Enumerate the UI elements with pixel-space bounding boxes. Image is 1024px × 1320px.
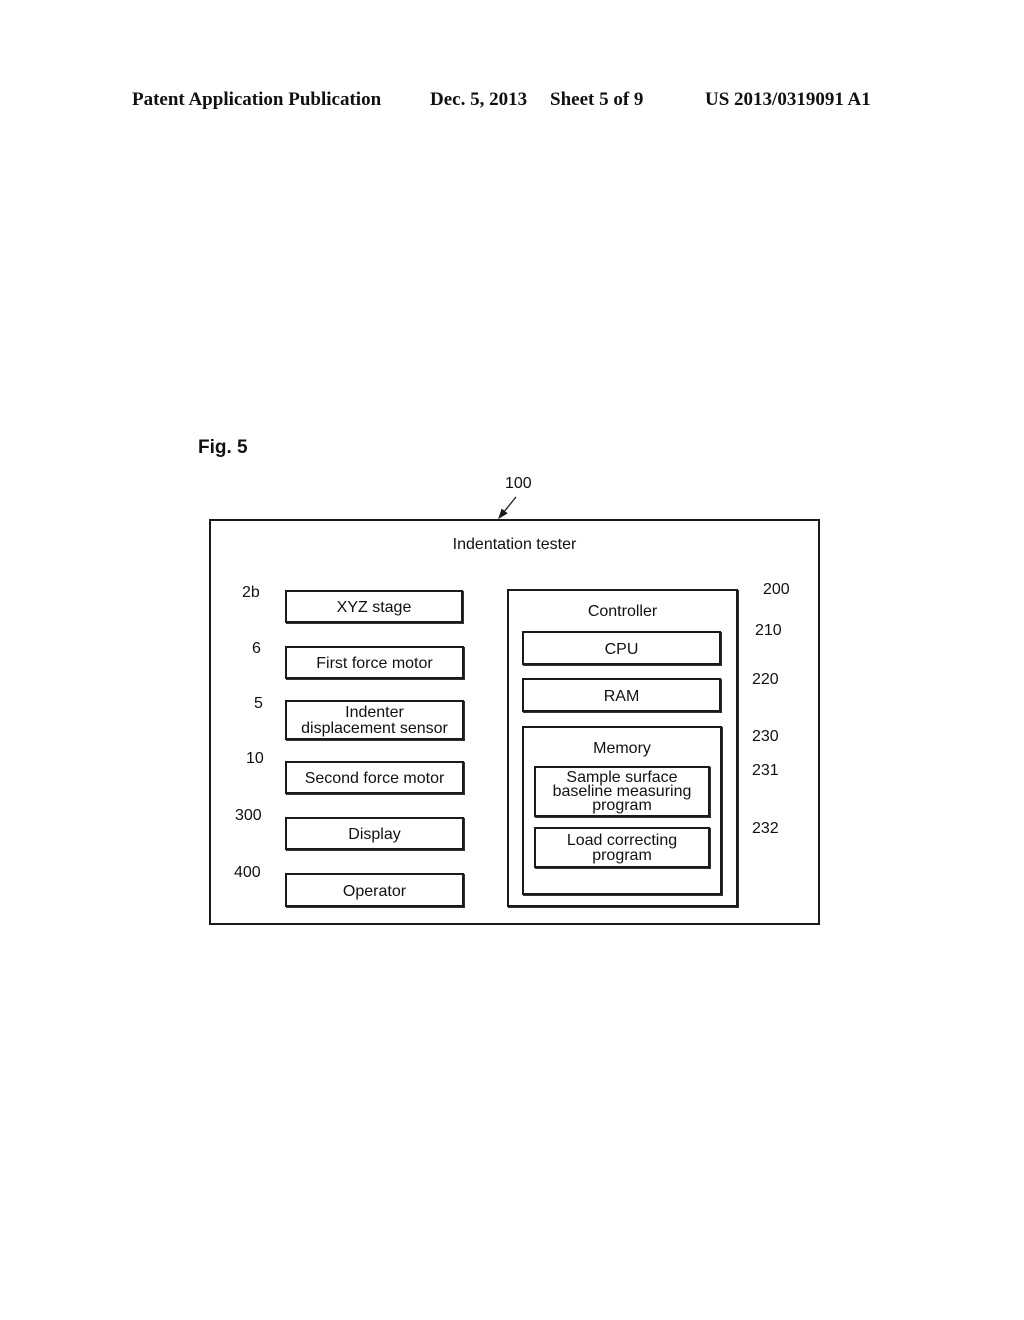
ref-400: 400 <box>234 864 261 881</box>
figure-label: Fig. 5 <box>198 437 248 458</box>
cpu-box: CPU <box>522 631 721 665</box>
memory-title: Memory <box>593 740 651 757</box>
program-232-line1: Load correcting <box>566 832 678 849</box>
ref-230: 230 <box>752 728 779 745</box>
leader-100 <box>498 496 517 520</box>
sheet-number: Sheet 5 of 9 <box>550 89 644 110</box>
patent-number: US 2013/0319091 A1 <box>705 89 871 110</box>
ref-231: 231 <box>752 762 779 779</box>
xyz-stage-box: XYZ stage <box>285 590 463 623</box>
ref-10: 10 <box>246 750 264 767</box>
ref-100: 100 <box>505 475 532 492</box>
second-force-motor-label: Second force motor <box>304 770 445 787</box>
cpu-label: CPU <box>604 641 639 658</box>
program-232-line2: program <box>592 847 652 864</box>
operator-label: Operator <box>342 883 407 900</box>
program-231-line3: program <box>592 797 652 814</box>
ref-200: 200 <box>763 581 790 598</box>
indenter-displacement-sensor-box: Indenter displacement sensor <box>285 700 464 740</box>
first-force-motor-label: First force motor <box>316 655 433 672</box>
publication-date: Dec. 5, 2013 <box>430 89 528 110</box>
first-force-motor-box: First force motor <box>285 646 464 679</box>
indenter-displacement-sensor-label-line1: Indenter <box>345 704 404 721</box>
ref-5: 5 <box>254 695 263 712</box>
controller-title: Controller <box>587 603 658 620</box>
ram-box: RAM <box>522 678 721 712</box>
load-correcting-program-box: Load correcting program <box>534 827 710 868</box>
ram-label: RAM <box>603 688 640 705</box>
publication-title: Patent Application Publication <box>132 89 382 110</box>
display-box: Display <box>285 817 464 850</box>
ref-210: 210 <box>755 622 782 639</box>
ref-6: 6 <box>252 640 261 657</box>
ref-300: 300 <box>235 807 262 824</box>
ref-232: 232 <box>752 820 779 837</box>
second-force-motor-box: Second force motor <box>285 761 464 794</box>
ref-2b: 2b <box>242 584 260 601</box>
indentation-tester-title: Indentation tester <box>452 536 577 553</box>
indenter-displacement-sensor-label-line2: displacement sensor <box>301 720 448 737</box>
sample-surface-baseline-program-box: Sample surface baseline measuring progra… <box>534 766 710 817</box>
xyz-stage-label: XYZ stage <box>336 599 412 616</box>
ref-220: 220 <box>752 671 779 688</box>
display-label: Display <box>348 826 401 843</box>
operator-box: Operator <box>285 873 464 907</box>
